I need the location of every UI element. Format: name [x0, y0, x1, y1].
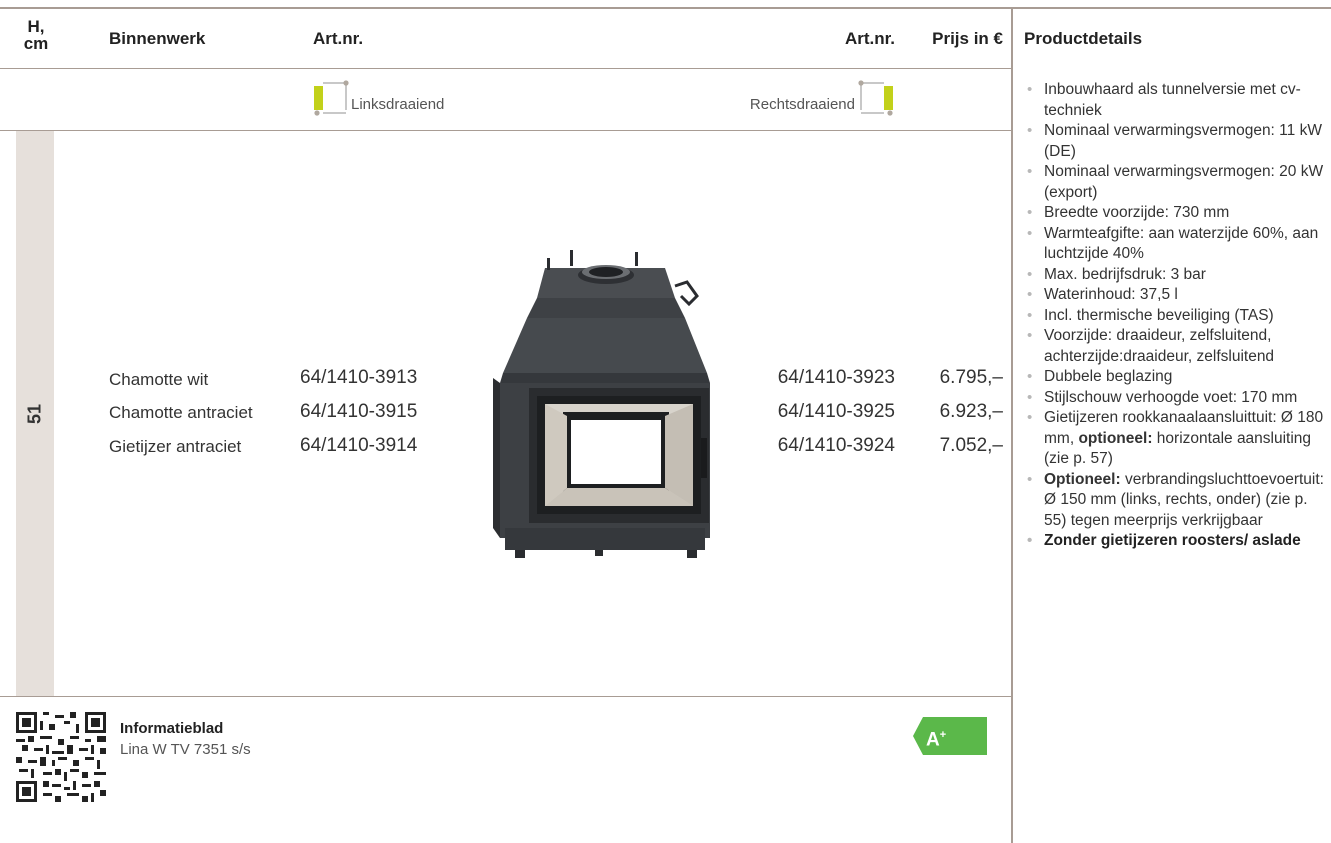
detail-item: Zonder gietijzeren roosters/ aslade	[1017, 531, 1331, 552]
row-3-artnr-right: 64/1410-3924	[777, 435, 895, 456]
row-2-binnenwerk: Chamotte antraciet	[109, 403, 253, 422]
row-2-prijs: 6.923,–	[939, 401, 1003, 422]
row-1-prijs: 6.795,–	[939, 367, 1003, 388]
detail-item: Dubbele beglazing	[1017, 367, 1331, 388]
detail-item: Nominaal verwarmingsvermogen: 11 kW (DE)	[1017, 121, 1331, 162]
detail-text-bold: optioneel:	[1078, 429, 1153, 447]
detail-item: Voorzijde: draaideur, zelfsluitend, acht…	[1017, 326, 1331, 367]
detail-item: Breedte voorzijde: 730 mm	[1017, 203, 1331, 224]
table-bottom-rule	[0, 696, 1011, 697]
header-height: H, cm	[23, 17, 49, 53]
height-value: 51	[24, 403, 45, 424]
left-door-icon	[313, 80, 349, 116]
left-hinge-label: Linksdraaiend	[351, 96, 445, 113]
header-productdetails: Productdetails	[1024, 29, 1143, 48]
detail-item: Gietijzeren rookkanaalaansluittuit: Ø 18…	[1017, 408, 1331, 470]
height-cell: 51	[16, 131, 54, 696]
row-2-artnr-left: 64/1410-3915	[300, 401, 418, 422]
info-title: Informatieblad	[120, 720, 224, 737]
detail-item: Warmteafgifte: aan waterzijde 60%, aan l…	[1017, 224, 1331, 265]
row-3-artnr-left: 64/1410-3914	[300, 435, 418, 456]
energy-class: A	[926, 729, 940, 751]
detail-item: Waterinhoud: 37,5 l	[1017, 285, 1331, 306]
row-3-prijs: 7.052,–	[939, 435, 1003, 456]
right-door-icon	[858, 80, 894, 116]
header-artnr-right: Art.nr.	[844, 29, 895, 48]
column-divider	[1011, 7, 1013, 843]
detail-item: Optioneel: verbrandingsluchttoevoertuit:…	[1017, 470, 1331, 532]
detail-item: Inbouwhaard als tunnelversie met cv-tech…	[1017, 80, 1331, 121]
row-3-binnenwerk: Gietijzer antraciet	[109, 437, 242, 456]
section-rule	[0, 130, 1011, 131]
row-1-artnr-right: 64/1410-3923	[777, 367, 895, 388]
header-rule	[0, 68, 1011, 69]
qr-code-icon	[16, 712, 106, 802]
fireplace-image	[485, 228, 725, 568]
row-2-artnr-right: 64/1410-3925	[777, 401, 895, 422]
energy-class-plus: +	[939, 729, 947, 741]
header-prijs: Prijs in €	[932, 29, 1003, 48]
detail-text-bold: Optioneel:	[1044, 470, 1121, 488]
top-rule	[0, 7, 1331, 9]
energy-label-badge: A+	[913, 717, 987, 755]
product-details-list: Inbouwhaard als tunnelversie met cv-tech…	[1017, 80, 1331, 552]
energy-label-shape	[913, 717, 987, 755]
header-binnenwerk: Binnenwerk	[109, 29, 206, 48]
detail-item: Incl. thermische beveiliging (TAS)	[1017, 306, 1331, 327]
detail-item: Nominaal verwarmingsvermogen: 20 kW (exp…	[1017, 162, 1331, 203]
row-1-artnr-left: 64/1410-3913	[300, 367, 418, 388]
detail-item: Stijlschouw verhoogde voet: 170 mm	[1017, 388, 1331, 409]
detail-item: Max. bedrijfsdruk: 3 bar	[1017, 265, 1331, 286]
info-subtitle: Lina W TV 7351 s/s	[120, 741, 251, 758]
right-hinge-label: Rechtsdraaiend	[749, 96, 855, 113]
row-1-binnenwerk: Chamotte wit	[109, 370, 209, 389]
header-artnr-left: Art.nr.	[313, 29, 364, 48]
